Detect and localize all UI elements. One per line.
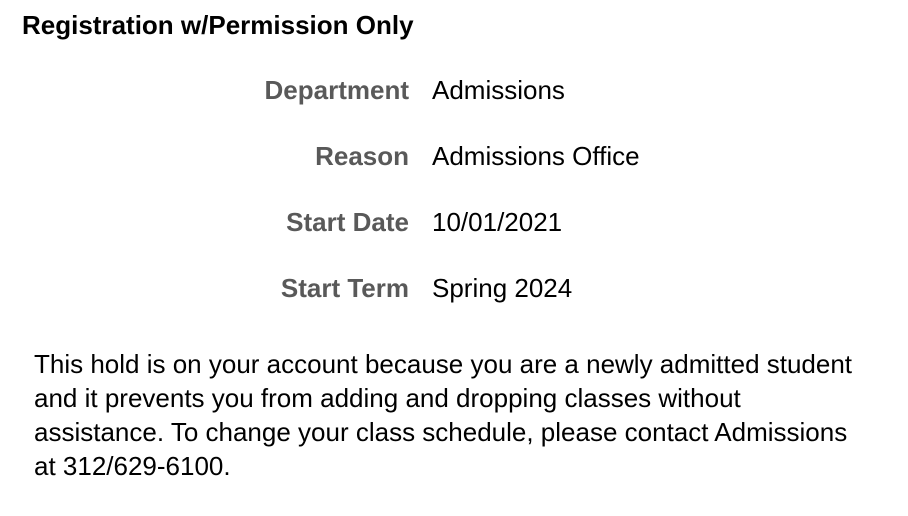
hold-title: Registration w/Permission Only — [22, 10, 414, 40]
department-label: Department — [264, 75, 409, 105]
hold-detail-list: Department Admissions Reason Admissions … — [0, 72, 908, 336]
detail-row-start-term: Start Term Spring 2024 — [0, 270, 908, 336]
reason-value: Admissions Office — [432, 141, 640, 171]
hold-detail-page: { "hold": { "title": "Registration w/Per… — [0, 0, 908, 516]
detail-row-reason: Reason Admissions Office — [0, 138, 908, 204]
department-value: Admissions — [432, 75, 565, 105]
start-term-label: Start Term — [280, 273, 409, 303]
detail-row-department: Department Admissions — [0, 72, 908, 138]
reason-label: Reason — [315, 141, 409, 171]
start-term-value: Spring 2024 — [432, 273, 573, 303]
hold-description: This hold is on your account because you… — [34, 349, 853, 481]
start-date-value: 10/01/2021 — [432, 207, 563, 237]
detail-row-start-date: Start Date 10/01/2021 — [0, 204, 908, 270]
start-date-label: Start Date — [286, 207, 409, 237]
